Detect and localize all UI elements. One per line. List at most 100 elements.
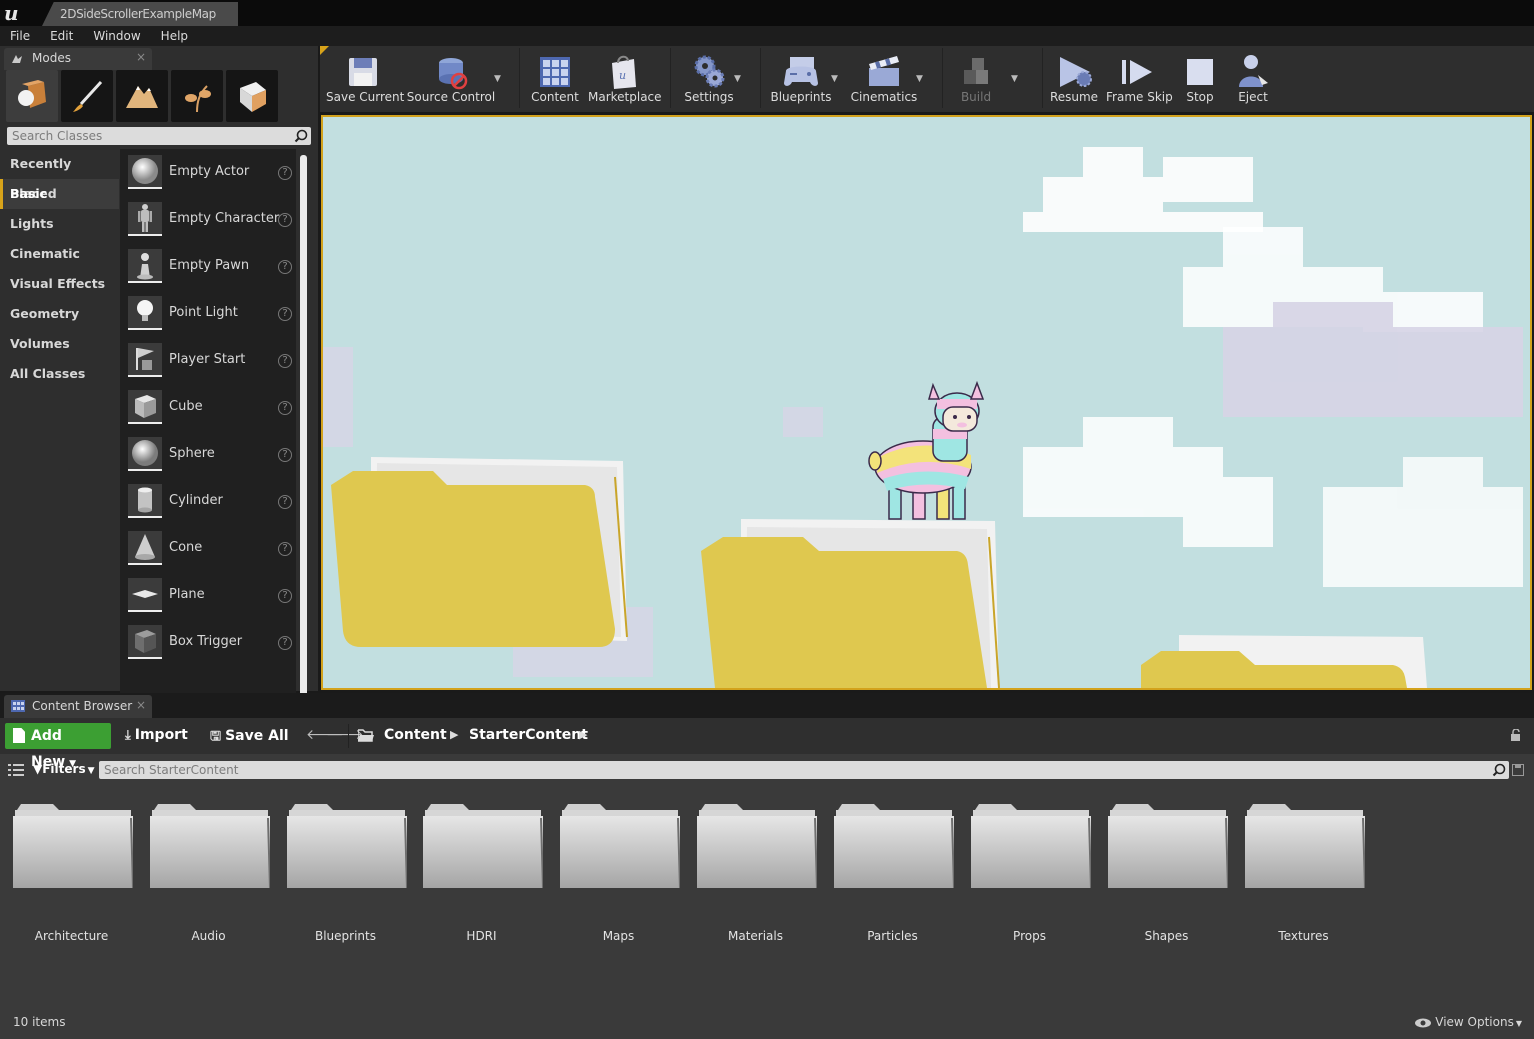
help-icon[interactable]: ? — [278, 354, 292, 368]
menu-window[interactable]: Window — [83, 26, 150, 46]
sources-panel-toggle-icon[interactable] — [8, 763, 24, 777]
folder-hdri[interactable]: HDRI — [413, 798, 550, 958]
folder-blueprints[interactable]: Blueprints — [277, 798, 414, 958]
class-label: Plane — [169, 587, 205, 602]
breadcrumb-arrow-icon[interactable]: ▶ — [450, 728, 458, 741]
breadcrumb-content[interactable]: Content — [384, 727, 447, 743]
gear-icon — [688, 51, 730, 93]
search-icon[interactable] — [1492, 763, 1506, 777]
frame-skip-button[interactable]: Frame Skip — [1106, 46, 1173, 112]
search-icon[interactable] — [294, 129, 308, 143]
help-icon[interactable]: ? — [278, 636, 292, 650]
category-visual-effects[interactable]: Visual Effects — [0, 269, 119, 299]
light-bulb-icon — [128, 296, 162, 330]
menu-edit[interactable]: Edit — [40, 26, 83, 46]
place-mode-button[interactable] — [6, 70, 58, 122]
settings-dropdown-icon[interactable]: ▼ — [734, 74, 741, 84]
landscape-mode-button[interactable] — [116, 70, 168, 122]
import-button[interactable]: ⤓ Import — [125, 727, 188, 743]
help-icon[interactable]: ? — [278, 166, 292, 180]
class-item-plane[interactable]: Plane ? — [120, 572, 296, 619]
new-document-icon — [13, 728, 25, 743]
class-label: Cone — [169, 540, 203, 555]
help-icon[interactable]: ? — [278, 589, 292, 603]
folder-particles[interactable]: Particles — [824, 798, 961, 958]
category-recently-placed[interactable]: Recently Placed — [0, 149, 119, 201]
help-icon[interactable]: ? — [278, 542, 292, 556]
breadcrumb-startercontent[interactable]: StarterContent — [469, 727, 588, 743]
class-item-empty-actor[interactable]: Empty Actor ? — [120, 149, 296, 196]
blueprints-button[interactable]: Blueprints — [768, 46, 834, 112]
help-icon[interactable]: ? — [278, 213, 292, 227]
marketplace-button[interactable]: u Marketplace — [588, 46, 662, 112]
close-icon[interactable]: × — [136, 698, 146, 712]
class-item-sphere[interactable]: Sphere ? — [120, 431, 296, 478]
menu-help[interactable]: Help — [151, 26, 198, 46]
save-search-icon[interactable] — [1512, 764, 1524, 776]
save-all-button[interactable]: 🖫 Save All — [210, 727, 289, 749]
cinematics-button[interactable]: Cinematics — [848, 46, 920, 112]
folder-textures[interactable]: Textures — [1235, 798, 1372, 958]
add-new-button[interactable]: Add New ▼ — [5, 723, 111, 770]
foliage-mode-button[interactable] — [171, 70, 223, 122]
settings-button[interactable]: Settings — [676, 46, 742, 112]
folder-materials[interactable]: Materials — [687, 798, 824, 958]
modes-tab[interactable]: Modes × — [4, 48, 152, 70]
geometry-edit-mode-button[interactable] — [226, 70, 278, 122]
class-item-cylinder[interactable]: Cylinder ? — [120, 478, 296, 525]
build-dropdown-icon[interactable]: ▼ — [1011, 74, 1018, 84]
class-item-point-light[interactable]: Point Light ? — [120, 290, 296, 337]
view-options-button[interactable]: View Options ▼ — [1414, 1015, 1522, 1029]
class-label: Player Start — [169, 352, 246, 367]
level-viewport[interactable] — [321, 115, 1532, 690]
paint-mode-button[interactable] — [61, 70, 113, 122]
folder-audio[interactable]: Audio — [140, 798, 277, 958]
help-icon[interactable]: ? — [278, 260, 292, 274]
folder-props[interactable]: Props — [961, 798, 1098, 958]
resume-button[interactable]: Resume — [1046, 46, 1102, 112]
save-current-button[interactable]: Save Current — [326, 46, 404, 112]
help-icon[interactable]: ? — [278, 448, 292, 462]
content-search-box — [99, 761, 1509, 779]
help-icon[interactable]: ? — [278, 401, 292, 415]
category-cinematic[interactable]: Cinematic — [0, 239, 119, 269]
class-item-box-trigger[interactable]: Box Trigger ? — [120, 619, 296, 666]
content-search-input[interactable] — [99, 761, 1469, 779]
category-all-classes[interactable]: All Classes — [0, 359, 119, 389]
class-item-cone[interactable]: Cone ? — [120, 525, 296, 572]
search-classes-input[interactable] — [7, 127, 277, 145]
blueprints-dropdown-icon[interactable]: ▼ — [831, 74, 838, 84]
class-item-cube[interactable]: Cube ? — [120, 384, 296, 431]
help-icon[interactable]: ? — [278, 495, 292, 509]
view-options-label: View Options — [1435, 1015, 1514, 1029]
category-lights[interactable]: Lights — [0, 209, 119, 239]
breadcrumb-arrow-icon[interactable]: ▶ — [579, 728, 587, 741]
filters-button[interactable]: ▼Filters ▼ — [33, 762, 95, 776]
map-tab[interactable]: 2DSideScrollerExampleMap — [42, 2, 238, 26]
build-button[interactable]: Build — [950, 46, 1002, 112]
category-geometry[interactable]: Geometry — [0, 299, 119, 329]
source-control-dropdown-icon[interactable]: ▼ — [494, 74, 501, 84]
menu-file[interactable]: File — [0, 26, 40, 46]
lock-icon[interactable] — [1510, 729, 1522, 741]
folder-architecture[interactable]: Architecture — [3, 798, 140, 958]
content-button[interactable]: Content — [526, 46, 584, 112]
class-list-scrollbar[interactable] — [300, 155, 307, 703]
help-icon[interactable]: ? — [278, 307, 292, 321]
folder-shapes[interactable]: Shapes — [1098, 798, 1235, 958]
frame-skip-icon — [1116, 51, 1158, 93]
source-control-button[interactable]: Source Control — [406, 46, 496, 112]
folder-maps[interactable]: Maps — [550, 798, 687, 958]
cinematics-dropdown-icon[interactable]: ▼ — [916, 74, 923, 84]
class-item-empty-pawn[interactable]: Empty Pawn ? — [120, 243, 296, 290]
content-browser-tab[interactable]: Content Browser × — [4, 695, 152, 718]
folder-open-icon[interactable] — [358, 729, 374, 742]
category-basic[interactable]: Basic — [0, 179, 119, 209]
close-icon[interactable]: × — [136, 50, 146, 64]
class-item-empty-character[interactable]: Empty Character ? — [120, 196, 296, 243]
scene-illustration — [323, 117, 1530, 688]
category-volumes[interactable]: Volumes — [0, 329, 119, 359]
stop-button[interactable]: Stop — [1176, 46, 1224, 112]
eject-button[interactable]: Eject — [1230, 46, 1276, 112]
class-item-player-start[interactable]: Player Start ? — [120, 337, 296, 384]
